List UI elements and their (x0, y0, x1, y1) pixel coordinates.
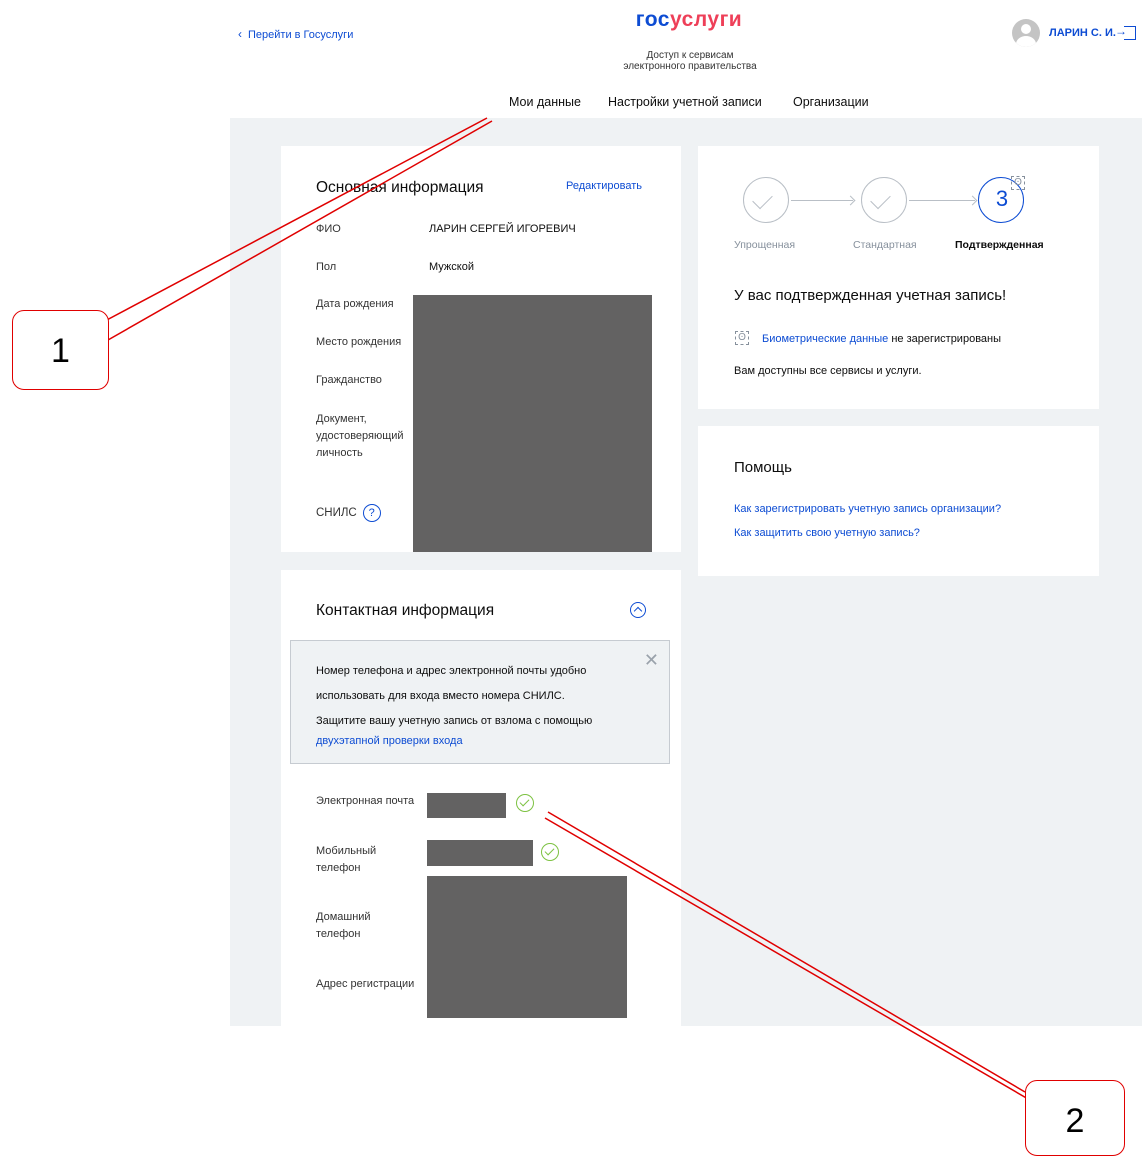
callout-lines (102, 117, 1036, 1104)
callout-2-line-b (544, 817, 1036, 1104)
callout-1-line-a (102, 117, 488, 323)
callout-2: 2 (1025, 1080, 1125, 1156)
callout-2-line-a (547, 811, 1026, 1093)
callout-1: 1 (12, 310, 109, 390)
callout-1-line-b (107, 120, 493, 341)
